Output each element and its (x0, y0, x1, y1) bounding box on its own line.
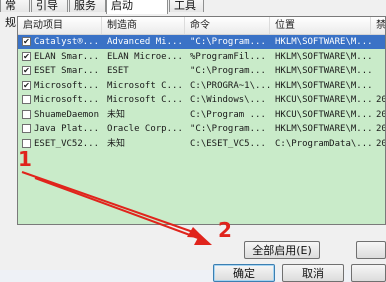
annotation-arrows (21, 171, 212, 245)
arrow-line-1 (21, 171, 194, 233)
arrow-line-2 (34, 177, 199, 239)
annotation-label-2: 2 (218, 218, 232, 242)
tab-startup[interactable]: 启动 (106, 0, 168, 14)
annotation-label-1: 1 (18, 147, 32, 171)
system-configuration-window: 常规 引导 服务 启动 工具 启动项目 制造商 命令 位置 禁 ✔ Catalys… (0, 0, 386, 282)
